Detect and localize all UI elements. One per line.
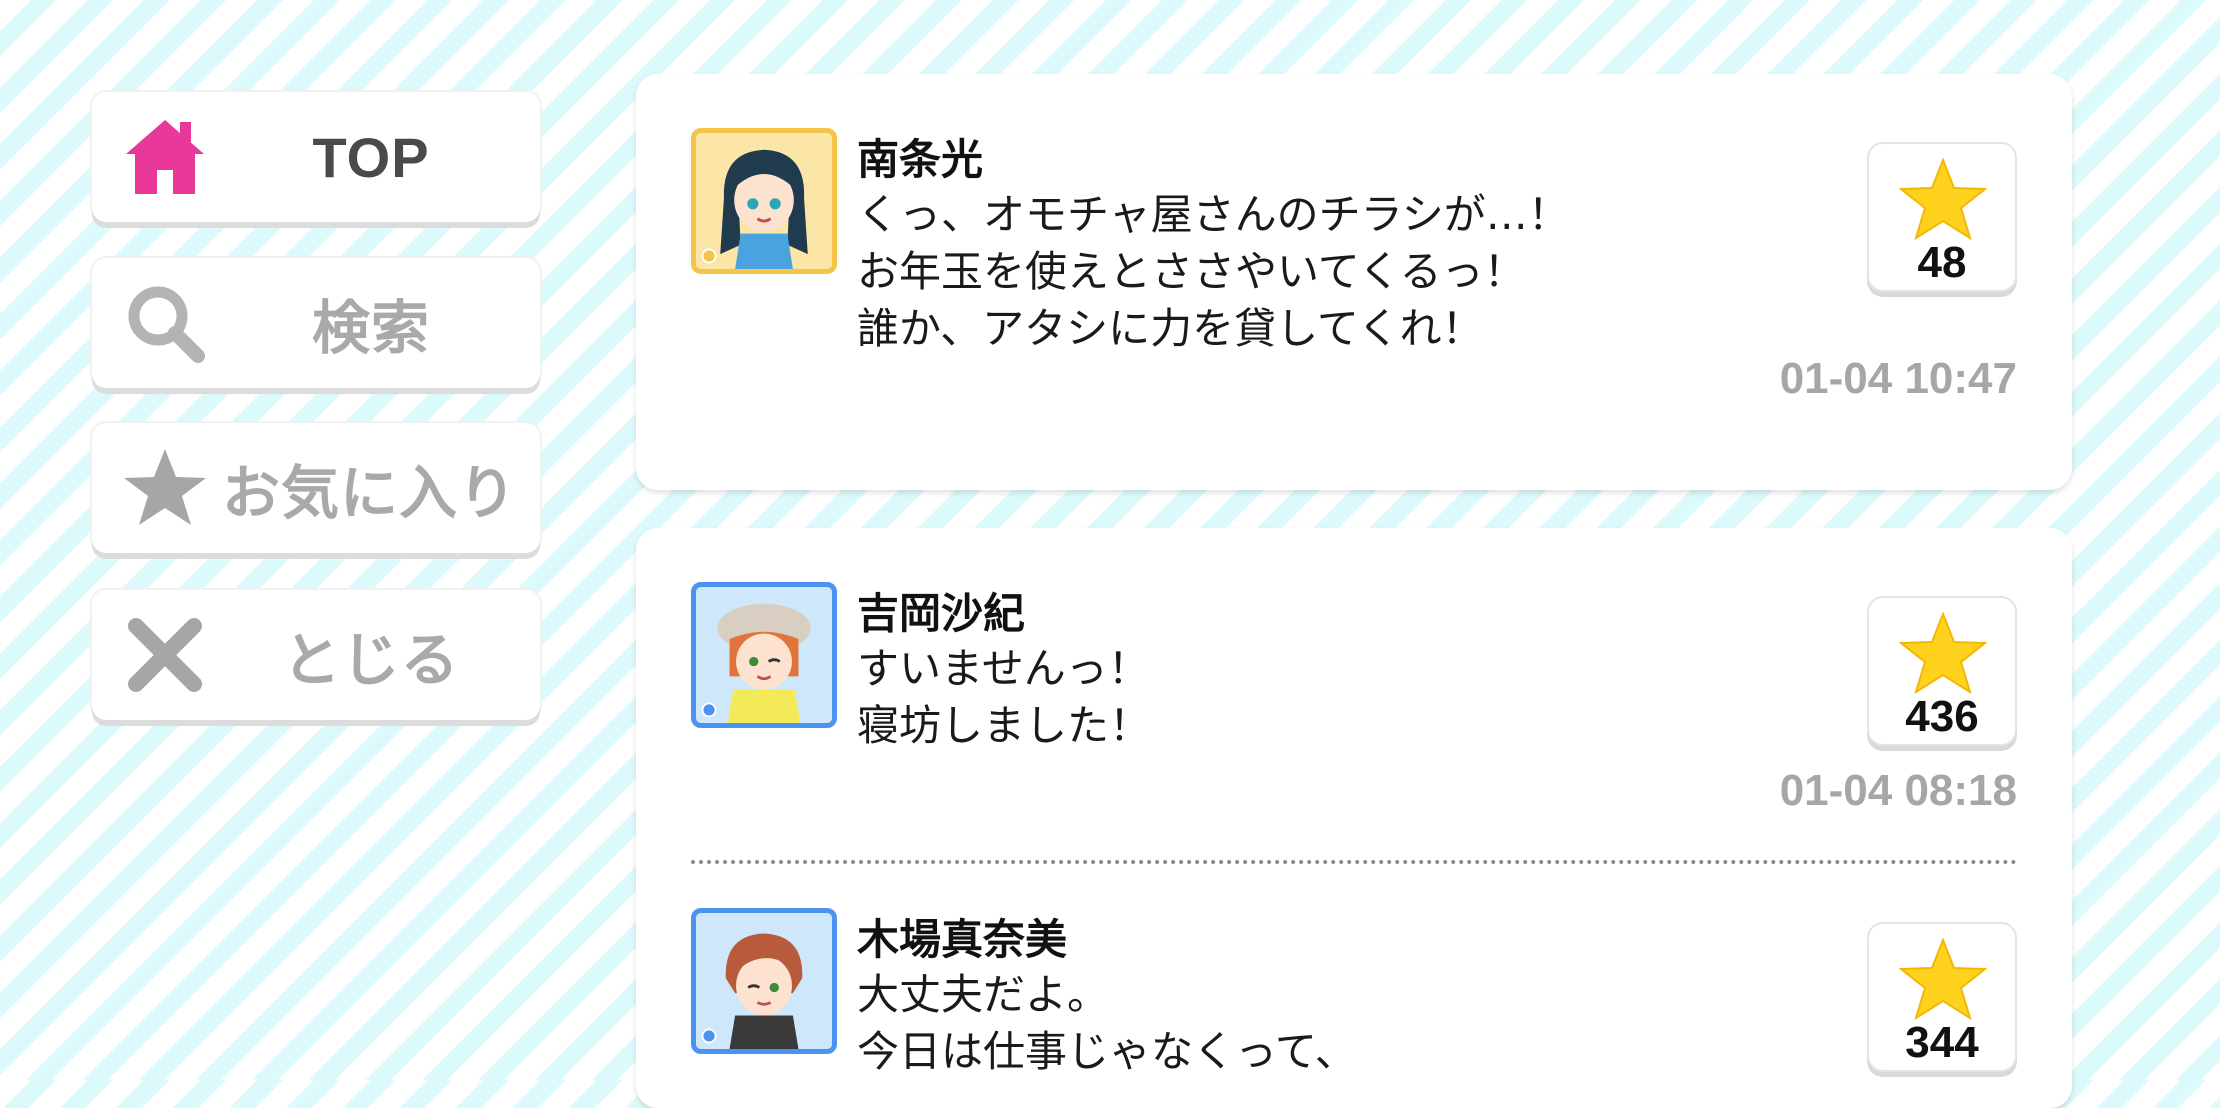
nav-top-label: TOP <box>312 125 430 189</box>
search-icon <box>128 286 205 363</box>
post-author-name: 木場真奈美 <box>857 915 1068 964</box>
post-author-name: 吉岡沙紀 <box>857 589 1026 638</box>
post-timestamp: 01-04 10:47 <box>1779 354 2017 403</box>
star-icon <box>1899 158 1987 241</box>
nav-search-button[interactable]: 検索 <box>92 258 540 388</box>
star-icon <box>1899 938 1987 1021</box>
nav-favorites-button[interactable]: お気に入り <box>92 423 540 553</box>
like-button[interactable]: 436 <box>1867 596 2017 746</box>
nav-top-button[interactable]: TOP <box>92 92 540 222</box>
avatar[interactable] <box>691 582 837 728</box>
like-count: 344 <box>1905 1018 1979 1067</box>
post-item: 木場真奈美 大丈夫だよ。 今日は仕事じゃなくって、 344 <box>691 908 2017 1108</box>
nav-close-label: とじる <box>282 628 460 693</box>
post-card: 吉岡沙紀 すいませんっ！ 寝坊しました！ 436 01-04 08:18 木場真… <box>636 528 2072 1108</box>
post-divider <box>691 860 2017 864</box>
close-icon <box>128 618 202 692</box>
avatar[interactable] <box>691 908 837 1054</box>
like-button[interactable]: 48 <box>1867 142 2017 292</box>
post-author-name: 南条光 <box>857 135 984 184</box>
like-button[interactable]: 344 <box>1867 922 2017 1072</box>
like-count: 436 <box>1905 692 1979 741</box>
post-message: くっ、オモチャ屋さんのチラシが…！ お年玉を使えとささやいてくるっ！ 誰か、アタ… <box>857 190 1570 353</box>
post-message: すいませんっ！ 寝坊しました！ <box>857 644 1152 750</box>
star-icon <box>1899 612 1987 695</box>
nav-close-button[interactable]: とじる <box>92 590 540 720</box>
post-timestamp: 01-04 08:18 <box>1779 766 2017 815</box>
character-portrait-icon <box>696 913 832 1049</box>
character-portrait-icon <box>696 587 832 723</box>
avatar[interactable] <box>691 128 837 274</box>
post-message: 大丈夫だよ。 今日は仕事じゃなくって、 <box>857 970 1357 1076</box>
like-count: 48 <box>1917 238 1967 287</box>
nav-search-label: 検索 <box>311 296 430 361</box>
post-item: 南条光 くっ、オモチャ屋さんのチラシが…！ お年玉を使えとささやいてくるっ！ 誰… <box>691 128 2017 428</box>
post-item: 吉岡沙紀 すいませんっ！ 寝坊しました！ 436 01-04 08:18 <box>691 582 2017 842</box>
home-icon <box>126 120 204 194</box>
star-icon <box>124 449 206 525</box>
character-portrait-icon <box>696 133 832 269</box>
nav-favorites-label: お気に入り <box>222 461 518 526</box>
post-card: 南条光 くっ、オモチャ屋さんのチラシが…！ お年玉を使えとささやいてくるっ！ 誰… <box>636 74 2072 490</box>
